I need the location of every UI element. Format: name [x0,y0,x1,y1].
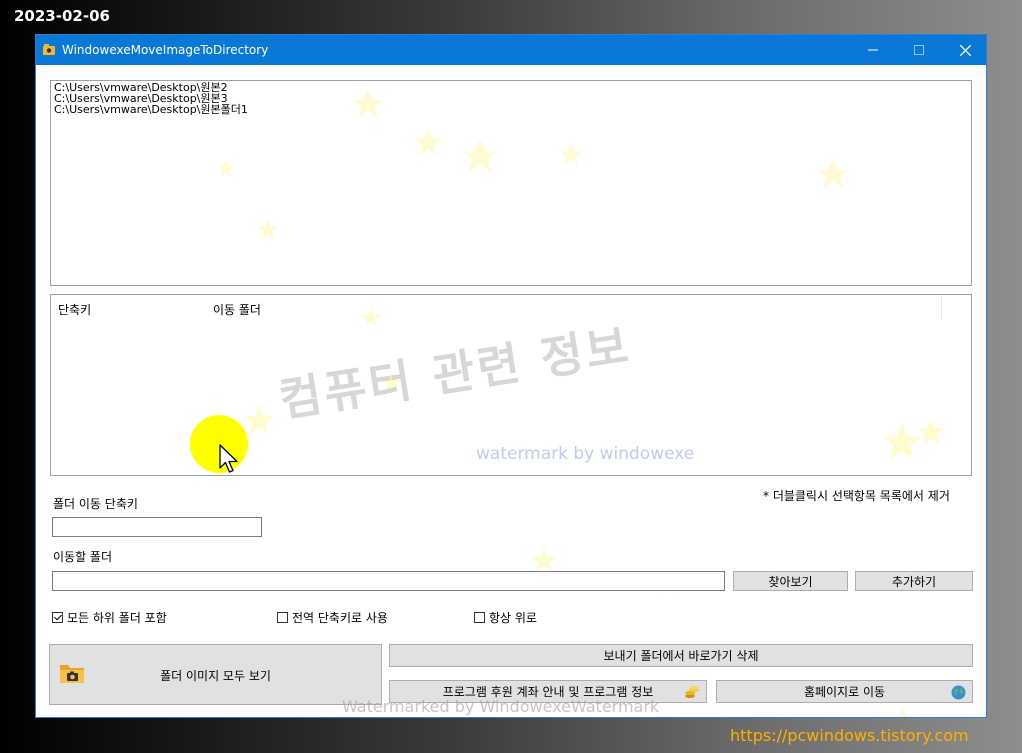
mouse-cursor-icon [219,444,238,473]
window-client-area: C:\Users\vmware\Desktop\원본2 C:\Users\vmw… [36,65,986,717]
browse-button[interactable]: 찾아보기 [733,571,848,591]
checkbox-label: 항상 위로 [489,611,537,625]
maximize-icon [914,45,924,55]
delete-sendto-shortcut-button[interactable]: 보내기 폴더에서 바로가기 삭제 [389,644,973,667]
checkbox-global-hotkey[interactable]: 전역 단축키로 사용 [277,609,388,626]
column-header-shortcut[interactable]: 단축키 [58,301,91,318]
checkbox-label: 모든 하위 폴더 포함 [67,611,167,625]
watermark-bottom: Watermarked by WindowexeWatermark [342,697,660,716]
checkbox-box[interactable] [277,612,288,623]
globe-icon [951,685,966,700]
coins-icon [685,686,699,698]
hint-text: * 더블클릭시 선택항목 목록에서 제거 [763,489,950,503]
column-separator [941,297,942,319]
checkbox-include-subfolders[interactable]: 모든 하위 폴더 포함 [52,609,167,626]
checkbox-box[interactable] [474,612,485,623]
add-button[interactable]: 추가하기 [855,571,973,591]
checkbox-label: 전역 단축키로 사용 [292,611,388,625]
date-stamp: 2023-02-06 [14,7,110,25]
homepage-button[interactable]: 홈페이지로 이동 [716,680,973,703]
folder-list-item[interactable]: C:\Users\vmware\Desktop\원본폴더1 [54,104,968,115]
target-folder-input[interactable] [52,571,725,591]
folder-list[interactable]: C:\Users\vmware\Desktop\원본2 C:\Users\vmw… [50,80,972,286]
hotkey-label: 폴더 이동 단축키 [53,497,138,511]
close-icon [959,44,971,56]
minimize-icon [868,49,878,51]
window-title: WindowexeMoveImageToDirectory [62,43,269,57]
checkbox-box[interactable] [52,612,63,623]
checkbox-always-on-top[interactable]: 항상 위로 [474,609,537,626]
maximize-button[interactable] [896,35,942,65]
minimize-button[interactable] [850,35,896,65]
target-folder-label: 이동할 폴더 [53,550,113,564]
hotkey-input[interactable] [52,517,262,537]
app-window: WindowexeMoveImageToDirectory C:\Users\v… [35,34,987,718]
homepage-label: 홈페이지로 이동 [803,685,886,699]
title-bar[interactable]: WindowexeMoveImageToDirectory [36,35,986,65]
watermark-english: watermark by windowexe [476,444,695,464]
site-url: https://pcwindows.tistory.com [730,726,969,745]
column-header-target-folder[interactable]: 이동 폴더 [213,301,261,318]
view-all-label: 폴더 이미지 모두 보기 [160,669,271,683]
close-button[interactable] [942,35,988,65]
app-icon [43,44,55,55]
view-all-folder-images-button[interactable]: 폴더 이미지 모두 보기 [49,644,382,705]
